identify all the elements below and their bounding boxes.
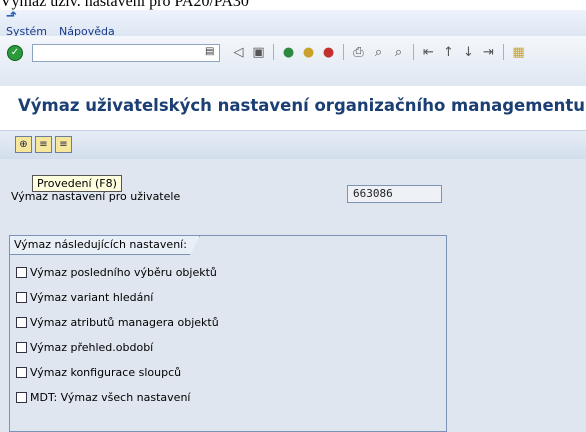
settings-group: Výmaz následujících nastavení: Výmaz pos…	[9, 235, 447, 432]
option-overview-period[interactable]: Výmaz přehled.období	[16, 341, 153, 354]
command-history-icon[interactable]: ▤	[205, 46, 214, 57]
option-label: MDT: Výmaz všech nastavení	[30, 391, 191, 404]
find-next-icon[interactable]: ⌕	[390, 43, 407, 61]
page-title: Výmaz uživatelských nastavení organizačn…	[18, 96, 586, 115]
execute-tooltip: Provedení (F8)	[32, 175, 122, 192]
exit-icon[interactable]: ●	[300, 43, 317, 61]
execute-icon[interactable]: ⊕	[15, 136, 32, 153]
option-last-selection[interactable]: Výmaz posledního výběru objektů	[16, 266, 217, 279]
deselect-all-icon[interactable]: ≡	[55, 136, 72, 153]
command-field[interactable]	[32, 44, 220, 62]
option-mdt-all-settings[interactable]: MDT: Výmaz všech nastavení	[16, 391, 190, 404]
title-bar: Výmaz uživatelských nastavení organizačn…	[0, 86, 586, 131]
new-session-icon[interactable]: ▦	[510, 43, 527, 61]
toolbar-separator	[413, 44, 414, 60]
checkbox[interactable]	[16, 342, 27, 353]
toolbar-separator	[343, 44, 344, 60]
previous-page-icon[interactable]: ↑	[440, 43, 457, 61]
standard-toolbar: ✓ ▤ ◁ ▣ ● ● ● ⎙ ⌕ ⌕ ⇤ ↑ ↓ ⇥ ▦	[0, 36, 586, 87]
checkbox[interactable]	[16, 367, 27, 378]
settings-group-title: Výmaz následujících nastavení:	[10, 236, 200, 255]
checkbox[interactable]	[16, 317, 27, 328]
option-label: Výmaz atributů managera objektů	[30, 316, 219, 329]
cancel-icon[interactable]: ●	[320, 43, 337, 61]
checkbox[interactable]	[16, 392, 27, 403]
checkbox[interactable]	[16, 267, 27, 278]
option-label: Výmaz posledního výběru objektů	[30, 266, 217, 279]
option-column-config[interactable]: Výmaz konfigurace sloupců	[16, 366, 181, 379]
save-icon[interactable]: ▣	[250, 43, 267, 61]
option-search-variants[interactable]: Výmaz variant hledání	[16, 291, 153, 304]
toolbar-separator	[273, 44, 274, 60]
option-label: Výmaz variant hledání	[30, 291, 154, 304]
find-icon[interactable]: ⌕	[370, 43, 387, 61]
last-page-icon[interactable]: ⇥	[480, 43, 497, 61]
selection-screen: Provedení (F8) Výmaz nastavení pro uživa…	[0, 159, 586, 432]
first-page-icon[interactable]: ⇤	[420, 43, 437, 61]
option-label: Výmaz konfigurace sloupců	[30, 366, 182, 379]
option-object-manager-attributes[interactable]: Výmaz atributů managera objektů	[16, 316, 219, 329]
toolbar-separator	[503, 44, 504, 60]
back-icon[interactable]: ●	[280, 43, 297, 61]
back-arrow-icon[interactable]: ◁	[230, 43, 247, 61]
next-page-icon[interactable]: ↓	[460, 43, 477, 61]
print-icon[interactable]: ⎙	[350, 43, 367, 61]
select-all-icon[interactable]: ≡	[35, 136, 52, 153]
enter-icon[interactable]: ✓	[7, 45, 23, 61]
option-label: Výmaz přehled.období	[30, 341, 154, 354]
sap-menu-icon[interactable]: ⬏	[6, 9, 20, 24]
menu-bar: ⬏ Systém Nápověda	[0, 9, 586, 38]
user-input[interactable]: 663086	[347, 185, 442, 203]
application-toolbar: ⊕ ≡ ≡	[0, 131, 586, 159]
checkbox[interactable]	[16, 292, 27, 303]
